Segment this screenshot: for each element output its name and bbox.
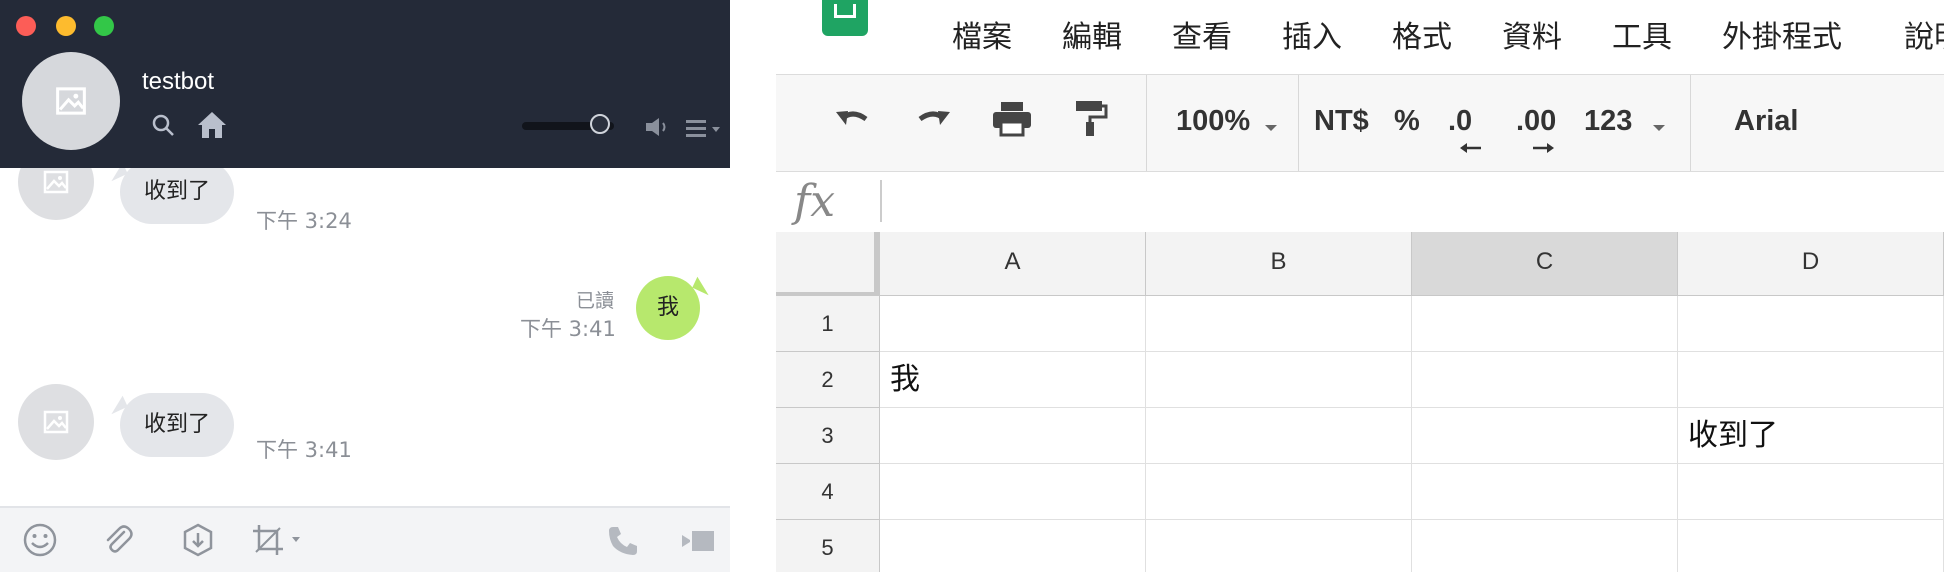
font-family-select[interactable]: Arial — [1734, 105, 1798, 138]
zoom-dropdown-icon[interactable] — [1264, 119, 1278, 137]
more-formats-select[interactable]: 123 — [1584, 105, 1632, 138]
chat-window: 收到了 下午 3:24 已讀 下午 3:41 我 收到了 下午 3:41 tes… — [0, 0, 730, 572]
attachment-icon[interactable] — [100, 522, 136, 563]
screenshot-crop-icon[interactable] — [250, 522, 306, 563]
spreadsheet-window: 檔案 編輯 查看 插入 格式 資料 工具 外掛程式 說明 100% NT$ % … — [776, 0, 1944, 572]
menu-help[interactable]: 說明 — [1904, 12, 1944, 56]
cell-d4[interactable] — [1678, 464, 1944, 520]
arrow-left-icon — [1460, 141, 1482, 159]
print-icon[interactable] — [990, 97, 1034, 146]
menu-icon[interactable] — [686, 118, 724, 143]
contact-avatar[interactable] — [22, 52, 120, 150]
column-header-d[interactable]: D — [1678, 232, 1944, 296]
message-timestamp: 下午 3:24 — [256, 209, 352, 233]
cell-c5[interactable] — [1412, 520, 1678, 572]
cell-c1[interactable] — [1412, 296, 1678, 352]
chat-header: testbot — [0, 0, 730, 168]
row-header-3[interactable]: 3 — [776, 408, 880, 464]
menu-data[interactable]: 資料 — [1502, 12, 1562, 56]
message-timestamp: 下午 3:41 — [520, 317, 616, 341]
menu-file[interactable]: 檔案 — [952, 12, 1012, 56]
cell-b2[interactable] — [1146, 352, 1412, 408]
arrow-right-icon — [1532, 141, 1554, 159]
select-all-corner[interactable] — [776, 232, 880, 296]
emoji-icon[interactable] — [22, 522, 58, 563]
volume-slider-handle[interactable] — [590, 114, 611, 134]
column-header-a[interactable]: A — [880, 232, 1146, 296]
increase-decimal-button[interactable]: .00 — [1516, 105, 1556, 138]
formula-bar-divider — [880, 180, 882, 222]
chat-title: testbot — [142, 68, 215, 95]
message-avatar[interactable] — [18, 384, 94, 460]
more-formats-dropdown-icon[interactable] — [1652, 119, 1666, 137]
message-bubble-incoming[interactable]: 收到了 — [120, 160, 235, 224]
toolbar-divider — [1690, 75, 1691, 171]
search-icon[interactable] — [150, 112, 176, 143]
menu-edit[interactable]: 編輯 — [1062, 12, 1122, 56]
message-list[interactable]: 收到了 下午 3:24 已讀 下午 3:41 我 收到了 下午 3:41 — [0, 144, 730, 506]
cell-a4[interactable] — [880, 464, 1146, 520]
cell-a2[interactable]: 我 — [880, 352, 1146, 408]
format-currency-button[interactable]: NT$ — [1314, 105, 1369, 138]
toolbar-divider — [1298, 75, 1299, 171]
read-receipt: 已讀 — [576, 290, 615, 312]
menu-bar: 檔案 編輯 查看 插入 格式 資料 工具 外掛程式 說明 — [776, 0, 1944, 70]
cell-d3[interactable]: 收到了 — [1678, 408, 1944, 464]
image-placeholder-icon — [56, 87, 86, 115]
paint-format-icon[interactable] — [1068, 97, 1112, 146]
cell-c3[interactable] — [1412, 408, 1678, 464]
cell-a5[interactable] — [880, 520, 1146, 572]
cell-b5[interactable] — [1146, 520, 1412, 572]
column-header-b[interactable]: B — [1146, 232, 1412, 296]
cell-d5[interactable] — [1678, 520, 1944, 572]
spreadsheet-grid: A B C D 1 2 3 4 5 我 收到了 — [776, 232, 1944, 572]
download-icon[interactable] — [180, 522, 216, 563]
minimize-window-button[interactable] — [56, 16, 76, 36]
column-header-c[interactable]: C — [1412, 232, 1678, 296]
chat-input-toolbar — [0, 506, 730, 572]
menu-addons[interactable]: 外掛程式 — [1722, 12, 1842, 56]
close-window-button[interactable] — [16, 16, 36, 36]
cell-a3[interactable] — [880, 408, 1146, 464]
message-bubble-incoming[interactable]: 收到了 — [120, 393, 235, 457]
undo-icon[interactable] — [832, 97, 876, 146]
voice-call-icon[interactable] — [606, 524, 640, 563]
zoom-select[interactable]: 100% — [1176, 105, 1250, 138]
menu-format[interactable]: 格式 — [1392, 12, 1452, 56]
cell-d2[interactable] — [1678, 352, 1944, 408]
format-percent-button[interactable]: % — [1394, 105, 1420, 138]
cell-c4[interactable] — [1412, 464, 1678, 520]
formula-bar-label: fx — [794, 176, 836, 227]
redo-icon[interactable] — [910, 97, 954, 146]
row-header-2[interactable]: 2 — [776, 352, 880, 408]
message-timestamp: 下午 3:41 — [256, 438, 352, 462]
cell-b3[interactable] — [1146, 408, 1412, 464]
cell-d1[interactable] — [1678, 296, 1944, 352]
speaker-icon[interactable] — [644, 116, 670, 143]
toolbar-divider — [1146, 75, 1147, 171]
image-placeholder-icon — [43, 170, 69, 194]
cell-c2[interactable] — [1412, 352, 1678, 408]
menu-insert[interactable]: 插入 — [1282, 12, 1342, 56]
cell-a1[interactable] — [880, 296, 1146, 352]
image-placeholder-icon — [43, 410, 69, 434]
menu-view[interactable]: 查看 — [1172, 12, 1232, 56]
decrease-decimal-button[interactable]: .0 — [1448, 105, 1472, 138]
row-header-5[interactable]: 5 — [776, 520, 880, 572]
row-header-4[interactable]: 4 — [776, 464, 880, 520]
maximize-window-button[interactable] — [94, 16, 114, 36]
row-header-1[interactable]: 1 — [776, 296, 880, 352]
home-icon[interactable] — [196, 110, 228, 145]
formula-input[interactable] — [886, 176, 1944, 228]
cell-b1[interactable] — [1146, 296, 1412, 352]
message-bubble-outgoing[interactable]: 我 — [636, 276, 700, 340]
toolbar: 100% NT$ % .0 .00 123 Arial — [776, 74, 1944, 172]
cell-b4[interactable] — [1146, 464, 1412, 520]
video-call-icon[interactable] — [680, 526, 718, 561]
menu-tools[interactable]: 工具 — [1612, 12, 1672, 56]
